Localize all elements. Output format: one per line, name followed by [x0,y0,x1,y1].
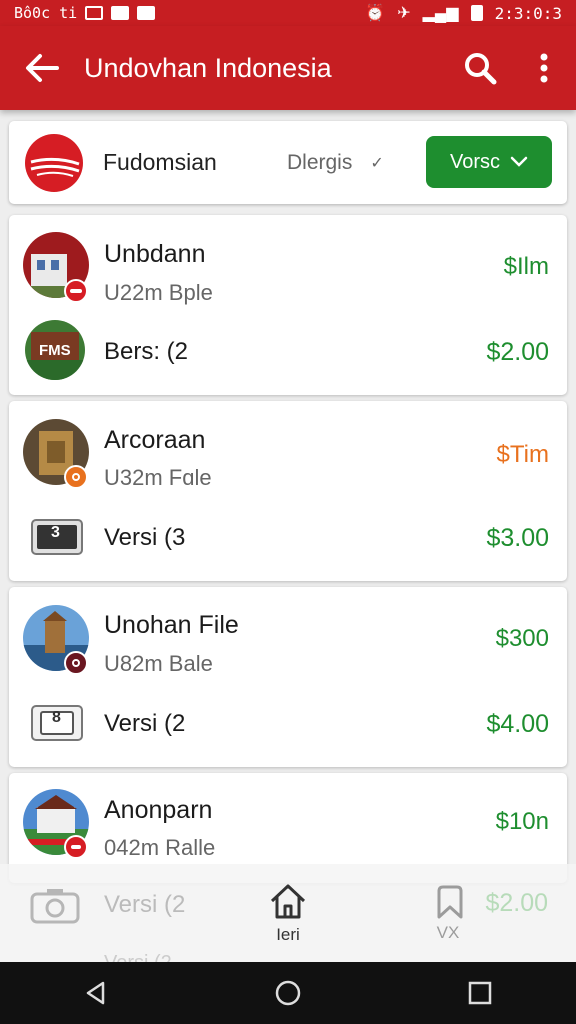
app-notification-icon-2 [137,6,156,20]
version-price: $2.00 [486,338,549,366]
thumbnail-label: FMS [39,342,71,359]
more-vert-icon [540,53,548,83]
filter-selector[interactable]: Dlergis ✓ [287,151,384,175]
battery-icon [470,5,483,21]
home-circle-icon[interactable] [273,978,303,1008]
item-price: $Tim [496,441,549,468]
system-navigation-bar [0,962,576,1024]
item-title: Arcoraan [104,426,206,454]
list-card[interactable]: Unbdann U22m Bple $Ilm FMS Bers: (2 $2.0… [9,215,567,395]
version-thumbnail: FMS [25,320,85,380]
version-dropdown-button[interactable]: Vorsc [426,136,552,188]
camera-icon[interactable] [30,886,80,931]
bookmark-icon [437,885,463,919]
version-thumbnail: 8 [31,697,83,749]
back-arrow-icon [26,54,59,82]
item-subtitle: 042m Ralle [104,835,216,860]
item-price: $300 [495,625,549,652]
home-icon [270,884,306,919]
app-bar: Undovhan Indonesia [0,26,576,110]
faded-version-label: Versi (2 [104,891,186,918]
residual-text: Versi (2 [104,952,172,962]
check-icon: ✓ [370,154,384,172]
faded-version-price: $2.00 [485,889,548,917]
filter-name: Fudomsian [103,149,217,175]
item-subtitle: U32m Fɑle [104,465,212,490]
flag-logo [25,133,83,192]
version-label: Bers: (2 [104,338,189,365]
nav-right-label: VX [436,923,460,942]
thumbnail-label: 3 [51,524,60,541]
item-title: Unbdann [104,240,206,268]
nav-home[interactable]: Ieri [258,864,318,962]
search-icon [465,53,497,85]
item-badge-icon [64,279,88,303]
wifi-icon: ✈ [397,5,411,22]
bottom-navigation: Versi (2 $2.00 Ieri VX Versi (2 [0,864,576,962]
alarm-icon: ⏰ [365,5,386,22]
search-button[interactable] [448,26,512,110]
chevron-down-icon [510,156,528,167]
version-thumbnail: 3 [31,511,83,563]
item-price: $Ilm [503,253,549,280]
status-bar: Bô0c ti ⏰ ✈ ▂▄▆ 2:3:0:3 [0,0,576,26]
item-title: Anonparn [104,796,213,824]
item-badge-icon [64,651,88,675]
status-text: Bô0c ti [14,4,78,22]
item-subtitle: U22m Bple [104,280,213,305]
item-title: Unohan File [104,611,239,639]
item-badge-icon [64,835,88,859]
version-dropdown-label: Vorsc [449,150,501,173]
signal-icon: ▂▄▆ [422,5,459,22]
list-card[interactable]: Unohan File U82m Bale $300 8 Versi (2 $4… [9,587,567,767]
nav-right[interactable]: VX [418,864,478,962]
tv-icon [85,6,104,20]
version-label: Versi (3 [104,524,186,551]
recents-square-icon[interactable] [465,978,495,1008]
page-title: Undovhan Indonesia [84,52,332,83]
version-price: $4.00 [486,710,549,738]
thumbnail-label: 8 [52,709,61,726]
nav-home-label: Ieri [276,925,300,944]
app-notification-icon [111,6,130,20]
back-triangle-icon[interactable] [81,978,111,1008]
list-card[interactable]: Arcoraan U32m Fɑle $Tim 3 Versi (3 $3.00 [9,401,567,581]
filter-selector-label: Dlergis [287,150,353,174]
version-label: Versi (2 [104,710,186,737]
version-price: $3.00 [486,524,549,552]
item-badge-icon [64,465,88,489]
filter-bar: Fudomsian Dlergis ✓ Vorsc [9,121,567,204]
more-options-button[interactable] [512,26,576,110]
clock: 2:3:0:3 [494,3,562,23]
item-price: $10n [495,808,549,835]
item-subtitle: U82m Bale [104,651,213,676]
